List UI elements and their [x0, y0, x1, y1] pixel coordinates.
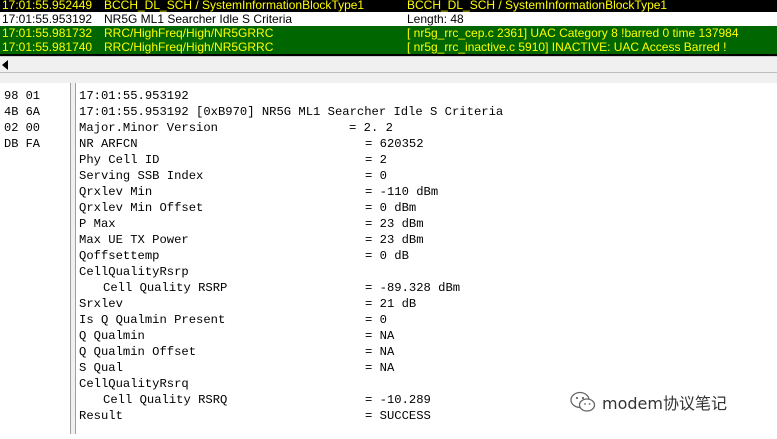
- detail-line: Serving SSB Index = 0: [76, 168, 777, 184]
- field-value: = SUCCESS: [365, 409, 431, 423]
- horizontal-scrollbar[interactable]: [0, 56, 777, 73]
- detail-line: Srxlev = 21 dB: [76, 296, 777, 312]
- detail-line: Major.Minor Version = 2. 2: [76, 120, 777, 136]
- field-label: CellQualityRsrq: [79, 377, 189, 391]
- detail-line: Q Qualmin Offset = NA: [76, 344, 777, 360]
- field-label: P Max: [79, 217, 116, 231]
- field-label: Max UE TX Power: [79, 233, 189, 247]
- field-value: = 0 dB: [365, 249, 409, 263]
- watermark: modem协议笔记: [570, 389, 727, 415]
- detail-line: Cell Quality RSRP = -89.328 dBm: [76, 280, 777, 296]
- detail-line: CellQualityRsrp: [76, 264, 777, 280]
- log-time: 17:01:55.981732: [2, 26, 93, 40]
- field-label: NR ARFCN: [79, 137, 138, 151]
- field-label: Serving SSB Index: [79, 169, 204, 183]
- log-info: BCCH_DL_SCH / SystemInformationBlockType…: [407, 0, 668, 12]
- detail-line: P Max = 23 dBm: [76, 216, 777, 232]
- field-label: Srxlev: [79, 297, 123, 311]
- field-value: = NA: [365, 361, 395, 375]
- field-value: = 2. 2: [349, 121, 393, 135]
- field-label: Cell Quality RSRQ: [103, 393, 228, 407]
- detail-line: Qoffsettemp = 0 dB: [76, 248, 777, 264]
- log-row-selected[interactable]: 17:01:55.953192 NR5G ML1 Searcher Idle S…: [0, 12, 777, 26]
- field-value: = -89.328 dBm: [365, 281, 461, 295]
- field-value: = 23 dBm: [365, 233, 424, 247]
- field-label: Cell Quality RSRP: [103, 281, 228, 295]
- field-value: = 0 dBm: [365, 201, 417, 215]
- log-time: 17:01:55.952449: [2, 0, 93, 12]
- field-value: = 2: [365, 153, 387, 167]
- packet-detail-pane: 17:01:55.953192 17:01:55.953192 [0xB970] …: [76, 83, 777, 439]
- detail-line: 17:01:55.953192: [76, 88, 777, 104]
- field-label: Qrxlev Min: [79, 185, 153, 199]
- log-time: 17:01:55.953192: [2, 12, 93, 26]
- hex-dump-pane: 98 01 4B 6A 02 00 DB FA: [0, 83, 71, 434]
- field-label: Qrxlev Min Offset: [79, 201, 204, 215]
- detail-line: Qrxlev Min = -110 dBm: [76, 184, 777, 200]
- hex-line: DB FA: [4, 137, 41, 151]
- pane-splitter[interactable]: [0, 73, 777, 83]
- log-subtitle: BCCH_DL_SCH / SystemInformationBlockType…: [104, 0, 365, 12]
- log-time: 17:01:55.981740: [2, 40, 93, 54]
- log-row[interactable]: 17:01:55.981740 RRC/HighFreq/High/NR5GRR…: [0, 40, 777, 54]
- wechat-icon: [570, 391, 596, 412]
- field-value: = 620352: [365, 137, 424, 151]
- field-label: Major.Minor Version: [79, 121, 218, 135]
- field-value: = 23 dBm: [365, 217, 424, 231]
- field-label: 17:01:55.953192: [79, 89, 189, 103]
- field-value: = NA: [365, 345, 395, 359]
- hex-line: 02 00: [4, 121, 41, 135]
- log-info: [ nr5g_rrc_cep.c 2361] UAC Category 8 !b…: [407, 26, 739, 40]
- log-info: [ nr5g_rrc_inactive.c 5910] INACTIVE: UA…: [407, 40, 727, 54]
- watermark-text: modem协议笔记: [602, 394, 727, 413]
- log-subtitle: NR5G ML1 Searcher Idle S Criteria: [104, 12, 293, 26]
- hex-line: 98 01: [4, 89, 41, 103]
- field-label: Q Qualmin: [79, 329, 145, 343]
- field-label: Q Qualmin Offset: [79, 345, 197, 359]
- detail-line: Is Q Qualmin Present = 0: [76, 312, 777, 328]
- scroll-left-icon[interactable]: [2, 60, 8, 70]
- log-info: Length: 48: [407, 12, 464, 26]
- detail-line: Qrxlev Min Offset = 0 dBm: [76, 200, 777, 216]
- field-value: = 0: [365, 313, 387, 327]
- field-label: S Qual: [79, 361, 123, 375]
- hex-line: 4B 6A: [4, 105, 41, 119]
- log-subtitle: RRC/HighFreq/High/NR5GRRC: [104, 40, 274, 54]
- field-label: Phy Cell ID: [79, 153, 160, 167]
- field-label: Result: [79, 409, 123, 423]
- field-value: = -10.289: [365, 393, 431, 407]
- field-label: Qoffsettemp: [79, 249, 160, 263]
- field-label: Is Q Qualmin Present: [79, 313, 226, 327]
- detail-line: Max UE TX Power = 23 dBm: [76, 232, 777, 248]
- field-label: 17:01:55.953192 [0xB970] NR5G ML1 Search…: [79, 105, 504, 119]
- field-value: = 0: [365, 169, 387, 183]
- field-label: CellQualityRsrp: [79, 265, 189, 279]
- log-row[interactable]: 17:01:55.981732 RRC/HighFreq/High/NR5GRR…: [0, 26, 777, 40]
- field-value: = 21 dB: [365, 297, 417, 311]
- detail-line: NR ARFCN = 620352: [76, 136, 777, 152]
- detail-line: S Qual = NA: [76, 360, 777, 376]
- message-log: 17:01:55.952449 BCCH_DL_SCH / SystemInfo…: [0, 0, 777, 56]
- log-row[interactable]: 17:01:55.952449 BCCH_DL_SCH / SystemInfo…: [0, 0, 777, 12]
- detail-line: Phy Cell ID = 2: [76, 152, 777, 168]
- log-subtitle: RRC/HighFreq/High/NR5GRRC: [104, 26, 274, 40]
- detail-line: Q Qualmin = NA: [76, 328, 777, 344]
- field-value: = NA: [365, 329, 395, 343]
- field-value: = -110 dBm: [365, 185, 439, 199]
- detail-line: 17:01:55.953192 [0xB970] NR5G ML1 Search…: [76, 104, 777, 120]
